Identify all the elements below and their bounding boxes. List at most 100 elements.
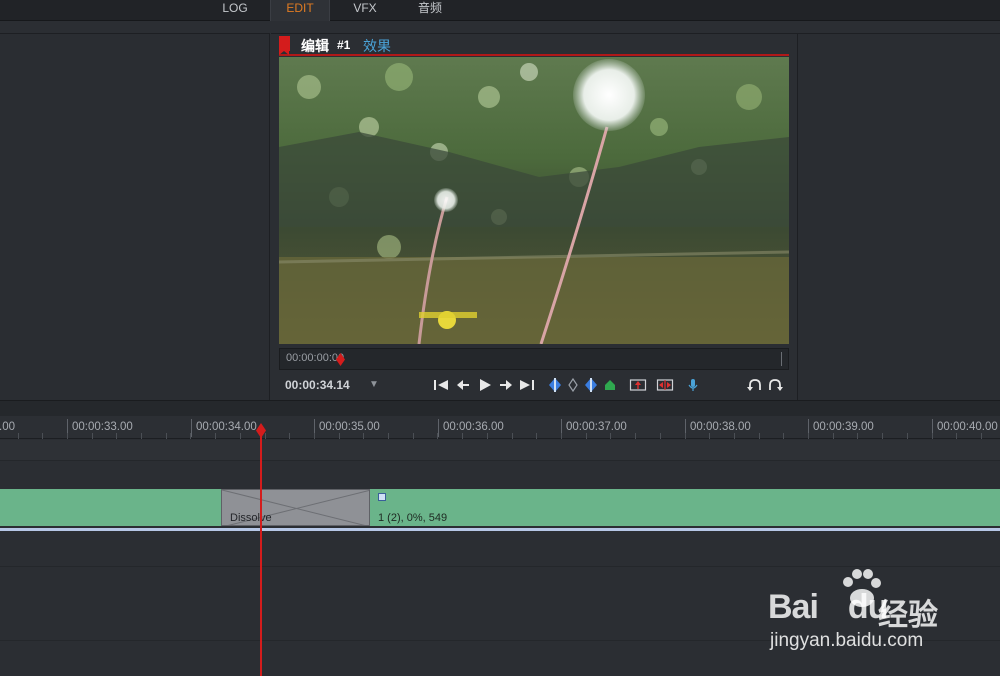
viewer-scrub-bar[interactable]: 00:00:00:00 [279,348,789,370]
go-to-start-icon[interactable] [432,376,450,394]
video-frame-image [279,57,789,344]
viewer-timecode[interactable]: 00:00:34.14 [285,378,350,392]
ruler-minor-tick [635,433,636,439]
ruler-minor-tick [882,433,883,439]
track-row [0,440,1000,460]
ruler-tick-label: 00:00:38.00 [690,421,751,433]
playhead-handle-icon[interactable] [256,423,266,438]
mark-out-icon[interactable] [582,376,600,394]
ruler-tick-label: 00:00:39.00 [813,421,874,433]
ruler-minor-tick [240,433,241,439]
ruler-minor-tick [42,433,43,439]
lift-icon[interactable] [629,376,647,394]
play-icon[interactable] [476,376,494,394]
ruler-minor-tick [734,433,735,439]
viewer-title: 编辑 [301,38,329,54]
transition-label: Dissolve [230,512,272,524]
timeline-playhead[interactable] [260,430,262,676]
ruler-tick-label: 00:00:34.00 [196,421,257,433]
viewer-header: 编辑 #1 效果 [279,34,789,56]
tab-edit[interactable]: EDIT [270,0,330,21]
ruler-minor-tick [783,433,784,439]
ruler-minor-tick [141,433,142,439]
ruler-minor-tick [610,433,611,439]
ruler-tick-label: 00:00:35.00 [319,421,380,433]
panel-divider[interactable] [0,400,1000,416]
extract-icon[interactable] [656,376,674,394]
ruler-minor-tick [536,433,537,439]
ruler-minor-tick [166,433,167,439]
go-to-end-icon[interactable] [518,376,536,394]
effects-link[interactable]: 效果 [363,36,391,56]
ruler-minor-tick [437,433,438,439]
ruler-tick-label: 00:00:33.00 [72,421,133,433]
ruler-minor-tick [67,433,68,439]
watermark-url: jingyan.baidu.com [770,630,924,651]
scrub-playhead-icon[interactable] [336,353,345,366]
ruler-minor-tick [833,433,834,439]
step-back-icon[interactable] [454,376,472,394]
ruler-tick-label: 00:00:40.00 [937,421,998,433]
ruler-minor-tick [92,433,93,439]
video-clip-left[interactable] [0,489,221,526]
undo-icon[interactable] [746,376,764,394]
ruler-minor-tick [388,433,389,439]
ruler-minor-tick [932,433,933,439]
dissolve-transition[interactable]: Dissolve [221,489,370,526]
workspace-tabbar: LOG EDIT VFX 音频 [0,0,1000,21]
video-clip-right[interactable]: 1 (2), 0%, 549 [370,489,1000,526]
ruler-minor-tick [660,433,661,439]
watermark-brand: Bai du [768,588,888,627]
mark-in-icon[interactable] [546,376,564,394]
ruler-minor-tick [956,433,957,439]
right-panel [797,33,1000,400]
watermark-brand-part1: Bai [768,588,819,626]
voiceover-mic-icon[interactable] [684,376,702,394]
ruler-minor-tick [561,433,562,439]
sequence-number: #1 [337,38,351,52]
video-preview [279,57,789,344]
track-separator [0,566,1000,567]
ruler-minor-tick [289,433,290,439]
tab-audio[interactable]: 音频 [404,0,456,21]
tab-log[interactable]: LOG [212,0,258,21]
editor-window: LOG EDIT VFX 音频 编辑 #1 效果 00:00:00:00 00:… [0,0,1000,676]
mark-clear-icon[interactable] [564,376,582,394]
ruler-minor-tick [808,433,809,439]
timeline-ruler[interactable]: .00 00:00:33.00 00:00:34.00 00:00:35.00 … [0,416,1000,439]
clip-info-label: 1 (2), 0%, 549 [378,512,448,524]
ruler-minor-tick [512,433,513,439]
redo-icon[interactable] [766,376,784,394]
audio-track-line [0,528,1000,531]
track-separator [0,460,1000,461]
ruler-minor-tick [685,433,686,439]
ruler-minor-tick [759,433,760,439]
add-cue-icon[interactable] [601,376,619,394]
ruler-minor-tick [709,433,710,439]
ruler-minor-tick [215,433,216,439]
clip-keyframe-handle[interactable] [378,493,386,501]
timecode-dropdown-icon[interactable]: ▼ [369,379,379,390]
ruler-minor-tick [116,433,117,439]
ruler-tick-label: 00:00:36.00 [443,421,504,433]
ruler-minor-tick [339,433,340,439]
baidu-jingyan-watermark: Bai du 经验 jingyan.baidu.com [768,568,978,658]
ruler-minor-tick [190,433,191,439]
left-panel [0,33,270,400]
step-forward-icon[interactable] [497,376,515,394]
scrub-end-marker [781,352,782,366]
ruler-minor-tick [18,433,19,439]
ruler-minor-tick [981,433,982,439]
ruler-tick-label: 00:00:37.00 [566,421,627,433]
ruler-minor-tick [586,433,587,439]
bookmark-icon[interactable] [279,36,290,55]
ruler-minor-tick [462,433,463,439]
watermark-cn: 经验 [878,599,938,632]
ruler-tick-label: .00 [0,421,15,433]
tab-vfx[interactable]: VFX [340,0,390,21]
ruler-minor-tick [857,433,858,439]
ruler-minor-tick [413,433,414,439]
ruler-minor-tick [487,433,488,439]
ruler-minor-tick [314,433,315,439]
ruler-minor-tick [363,433,364,439]
